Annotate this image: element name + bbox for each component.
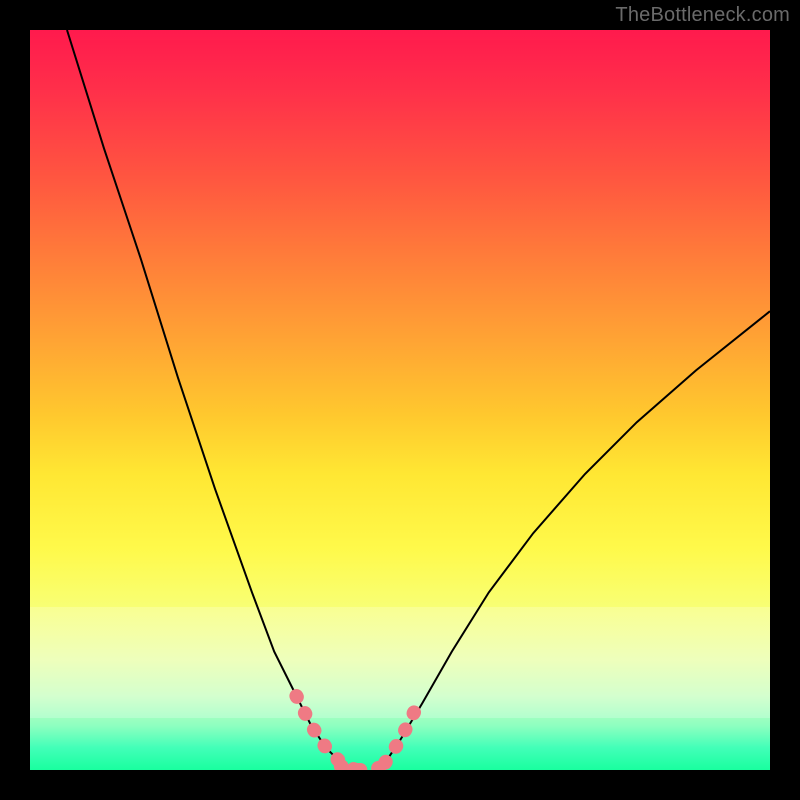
plot-area [30, 30, 770, 770]
chart-stage: TheBottleneck.com [0, 0, 800, 800]
curve-layer [30, 30, 770, 770]
right-curve [385, 311, 770, 762]
left-curve [67, 30, 341, 763]
left-pink-segment [296, 696, 355, 770]
watermark-text: TheBottleneck.com [615, 4, 790, 27]
bottom-pink-segment [341, 766, 385, 770]
